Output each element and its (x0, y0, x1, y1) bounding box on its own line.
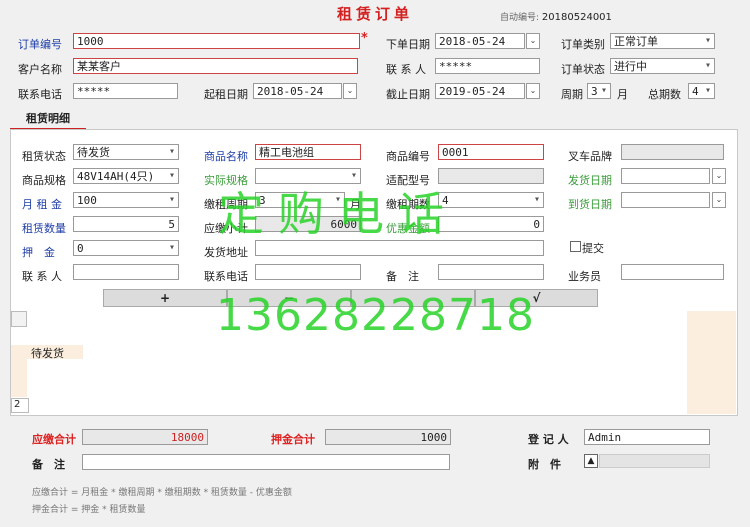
ship-date-field[interactable] (621, 168, 710, 184)
order-no-label: 订单编号 (18, 38, 62, 51)
auto-number-label: 自动编号: (500, 13, 540, 23)
deposit-label: 押 金 (22, 246, 55, 259)
attachment-field[interactable] (599, 454, 710, 468)
order-date-field[interactable]: 2018-05-24 (435, 33, 525, 49)
watermark-order-phone: 定购电话 (218, 187, 458, 241)
arrive-date-picker[interactable]: ⌄ (712, 192, 726, 208)
order-status-select[interactable]: 进行中 (610, 58, 715, 74)
salesman-label: 业务员 (568, 270, 601, 283)
arrive-date-field[interactable] (621, 192, 710, 208)
periods-label: 总期数 (648, 88, 681, 101)
contact-label: 联 系 人 (386, 63, 426, 76)
ship-date-label: 发货日期 (568, 174, 612, 187)
customer-field[interactable]: 某某客户 (73, 58, 358, 74)
detail-phone-label: 联系电话 (204, 270, 248, 283)
tab-rental-detail[interactable]: 租赁明细 (10, 110, 86, 130)
order-date-picker[interactable]: ⌄ (526, 33, 540, 49)
deposit-select[interactable]: 0 (73, 240, 179, 256)
deposit-total-label: 押金合计 (271, 433, 315, 446)
phone-field[interactable]: ***** (73, 83, 178, 99)
detail-remark-label: 备 注 (386, 270, 419, 283)
product-name-label: 商品名称 (204, 150, 248, 163)
grid-row-count: 2 (11, 398, 29, 413)
cycle-select[interactable]: 3 (587, 83, 611, 99)
cycle-label: 周期 (561, 88, 583, 101)
qty-field[interactable]: 5 (73, 216, 179, 232)
periods-select[interactable]: 4 (688, 83, 715, 99)
required-mark: * (361, 31, 368, 46)
end-date-picker[interactable]: ⌄ (526, 83, 540, 99)
auto-number-value: 20180524001 (541, 12, 612, 23)
attachment-upload-icon[interactable]: ▲ (584, 454, 598, 468)
registrar-label: 登 记 人 (528, 433, 569, 446)
rent-start-picker[interactable]: ⌄ (343, 83, 357, 99)
product-no-label: 商品编号 (386, 150, 430, 163)
monthly-rent-label: 月 租 金 (22, 198, 62, 211)
rent-start-field[interactable]: 2018-05-24 (253, 83, 342, 99)
order-date-label: 下单日期 (386, 38, 430, 51)
order-type-select[interactable]: 正常订单 (610, 33, 715, 49)
submit-checkbox[interactable] (570, 241, 581, 252)
salesman-field[interactable] (621, 264, 724, 280)
phone-label: 联系电话 (18, 88, 62, 101)
page-title: 租赁订单 (336, 5, 413, 23)
contact-field[interactable]: ***** (435, 58, 540, 74)
forklift-brand-field[interactable] (621, 144, 724, 160)
footer-remark-label: 备 注 (32, 458, 65, 471)
detail-remark-field[interactable] (438, 264, 544, 280)
spec-select[interactable]: 48V14AH(4只) (73, 168, 179, 184)
grid-row[interactable]: 待发货 (11, 345, 83, 360)
grid-header-corner[interactable] (11, 311, 27, 327)
order-type-label: 订单类别 (561, 38, 605, 51)
end-date-label: 截止日期 (386, 88, 430, 101)
detail-phone-field[interactable] (255, 264, 361, 280)
product-name-field[interactable]: 精工电池组 (255, 144, 361, 160)
detail-status-label: 租赁状态 (22, 150, 66, 163)
arrive-date-label: 到货日期 (568, 198, 612, 211)
submit-label: 提交 (582, 242, 604, 255)
due-total-field: 18000 (82, 429, 208, 445)
end-date-field[interactable]: 2019-05-24 (435, 83, 525, 99)
add-row-button[interactable]: + (103, 289, 227, 307)
deposit-total-field: 1000 (325, 429, 451, 445)
attachment-label: 附 件 (528, 458, 561, 471)
address-label: 发货地址 (204, 246, 248, 259)
spec-label: 商品规格 (22, 174, 66, 187)
qty-label: 租赁数量 (22, 222, 66, 235)
due-total-formula: 应缴合计 = 月租金 * 缴租周期 * 缴租期数 * 租赁数量 - 优惠金额 (32, 488, 292, 498)
footer-remark-field[interactable] (82, 454, 450, 470)
order-no-field[interactable]: 1000 (73, 33, 360, 49)
watermark-phone-number: 13628228718 (216, 290, 535, 341)
monthly-rent-select[interactable]: 100 (73, 192, 179, 208)
due-total-label: 应缴合计 (32, 433, 76, 446)
registrar-field[interactable]: Admin (584, 429, 710, 445)
grid-row-selector[interactable] (11, 359, 27, 397)
forklift-brand-label: 叉车品牌 (568, 150, 612, 163)
order-status-label: 订单状态 (561, 63, 605, 76)
product-no-field[interactable]: 0001 (438, 144, 544, 160)
grid-scrollbar[interactable] (687, 311, 736, 414)
detail-contact-field[interactable] (73, 264, 179, 280)
detail-contact-label: 联 系 人 (22, 270, 62, 283)
detail-status-select[interactable]: 待发货 (73, 144, 179, 160)
ship-date-picker[interactable]: ⌄ (712, 168, 726, 184)
deposit-total-formula: 押金合计 = 押金 * 租赁数量 (32, 505, 146, 515)
customer-label: 客户名称 (18, 63, 62, 76)
auto-number: 自动编号: 20180524001 (500, 10, 612, 23)
rent-start-label: 起租日期 (204, 88, 248, 101)
grid-row-status: 待发货 (31, 347, 64, 360)
cycle-unit: 月 (617, 88, 628, 101)
